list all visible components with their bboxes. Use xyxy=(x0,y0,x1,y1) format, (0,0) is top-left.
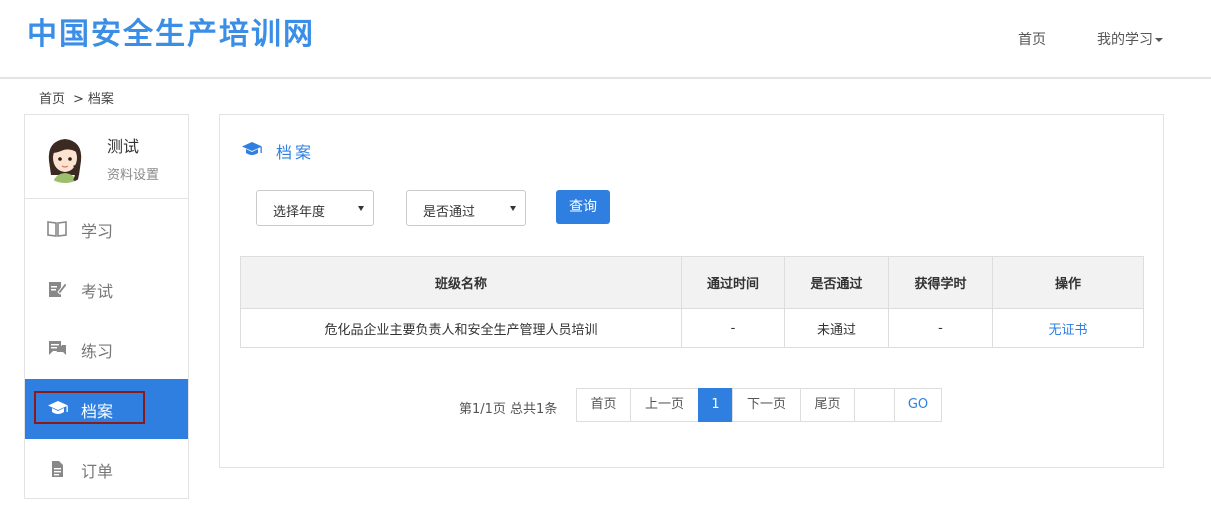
top-header: 中国安全生产培训网 首页 我的学习 xyxy=(0,0,1211,79)
next-page-button[interactable]: 下一页 xyxy=(732,388,801,422)
table-header-row: 班级名称 通过时间 是否通过 获得学时 操作 xyxy=(240,256,1144,309)
column-header-class-name: 班级名称 xyxy=(240,256,682,309)
pagination: 首页 上一页 1 下一页 尾页 GO xyxy=(576,388,942,422)
user-profile: 测试 资料设置 xyxy=(25,115,188,199)
sidebar-item-records[interactable]: 档案 xyxy=(25,379,188,439)
breadcrumb-separator: > xyxy=(73,92,84,107)
nav-my-learning-label: 我的学习 xyxy=(1097,32,1153,48)
username: 测试 xyxy=(107,137,140,156)
sidebar-item-label: 练习 xyxy=(81,342,114,361)
breadcrumb-current: 档案 xyxy=(87,92,114,107)
page-title-text: 档案 xyxy=(276,143,315,162)
page-number-input[interactable] xyxy=(854,388,895,422)
first-page-button[interactable]: 首页 xyxy=(576,388,631,422)
no-certificate-link[interactable]: 无证书 xyxy=(992,308,1144,348)
profile-settings-link[interactable]: 资料设置 xyxy=(107,164,159,183)
last-page-button[interactable]: 尾页 xyxy=(800,388,855,422)
graduation-cap-icon xyxy=(241,141,263,157)
year-select-value: 选择年度 xyxy=(273,205,326,220)
passed-select[interactable]: 是否通过 xyxy=(406,190,526,226)
table-row: 危化品企业主要负责人和安全生产管理人员培训 - 未通过 - 无证书 xyxy=(240,308,1144,348)
book-icon xyxy=(47,220,67,238)
column-header-passed: 是否通过 xyxy=(784,256,889,309)
pagination-info: 第1/1页 总共1条 xyxy=(459,402,558,417)
edit-icon xyxy=(47,280,68,298)
dropdown-arrow-icon xyxy=(510,206,516,211)
caret-down-icon xyxy=(1155,38,1163,42)
sidebar-item-label: 学习 xyxy=(81,222,114,241)
document-icon xyxy=(47,460,67,478)
cell-passed: 未通过 xyxy=(784,308,889,348)
site-logo[interactable]: 中国安全生产培训网 xyxy=(27,9,315,53)
cell-class-name: 危化品企业主要负责人和安全生产管理人员培训 xyxy=(240,308,682,348)
current-page-button[interactable]: 1 xyxy=(698,388,733,422)
column-header-credit-hours: 获得学时 xyxy=(888,256,993,309)
passed-select-value: 是否通过 xyxy=(423,205,476,220)
records-panel: 档案 选择年度 是否通过 查询 班级名称 通过时间 是否通过 获得学时 操作 危… xyxy=(219,114,1164,468)
cell-pass-time: - xyxy=(681,308,785,348)
sidebar-item-label: 考试 xyxy=(81,282,114,301)
chat-icon xyxy=(47,340,67,358)
prev-page-button[interactable]: 上一页 xyxy=(630,388,699,422)
column-header-action: 操作 xyxy=(992,256,1144,309)
nav-my-learning-dropdown[interactable]: 我的学习 xyxy=(1097,29,1163,49)
column-header-pass-time: 通过时间 xyxy=(681,256,785,309)
sidebar: 测试 资料设置 学习 考试 练习 档案 订单 xyxy=(24,114,189,499)
nav-home-link[interactable]: 首页 xyxy=(1018,29,1046,49)
sidebar-item-label: 档案 xyxy=(81,402,114,421)
cell-credit-hours: - xyxy=(888,308,993,348)
avatar xyxy=(39,131,91,183)
breadcrumb: 首页 > 档案 xyxy=(39,88,114,107)
sidebar-item-label: 订单 xyxy=(81,462,114,481)
breadcrumb-home[interactable]: 首页 xyxy=(39,92,65,107)
go-button[interactable]: GO xyxy=(894,388,942,422)
records-table: 班级名称 通过时间 是否通过 获得学时 操作 危化品企业主要负责人和安全生产管理… xyxy=(240,256,1144,348)
dropdown-arrow-icon xyxy=(358,206,364,211)
sidebar-item-study[interactable]: 学习 xyxy=(25,199,188,259)
graduation-cap-icon xyxy=(47,400,68,418)
sidebar-item-practice[interactable]: 练习 xyxy=(25,319,188,379)
year-select[interactable]: 选择年度 xyxy=(256,190,374,226)
sidebar-item-exam[interactable]: 考试 xyxy=(25,259,188,319)
query-button[interactable]: 查询 xyxy=(556,190,610,224)
sidebar-item-orders[interactable]: 订单 xyxy=(25,439,188,499)
